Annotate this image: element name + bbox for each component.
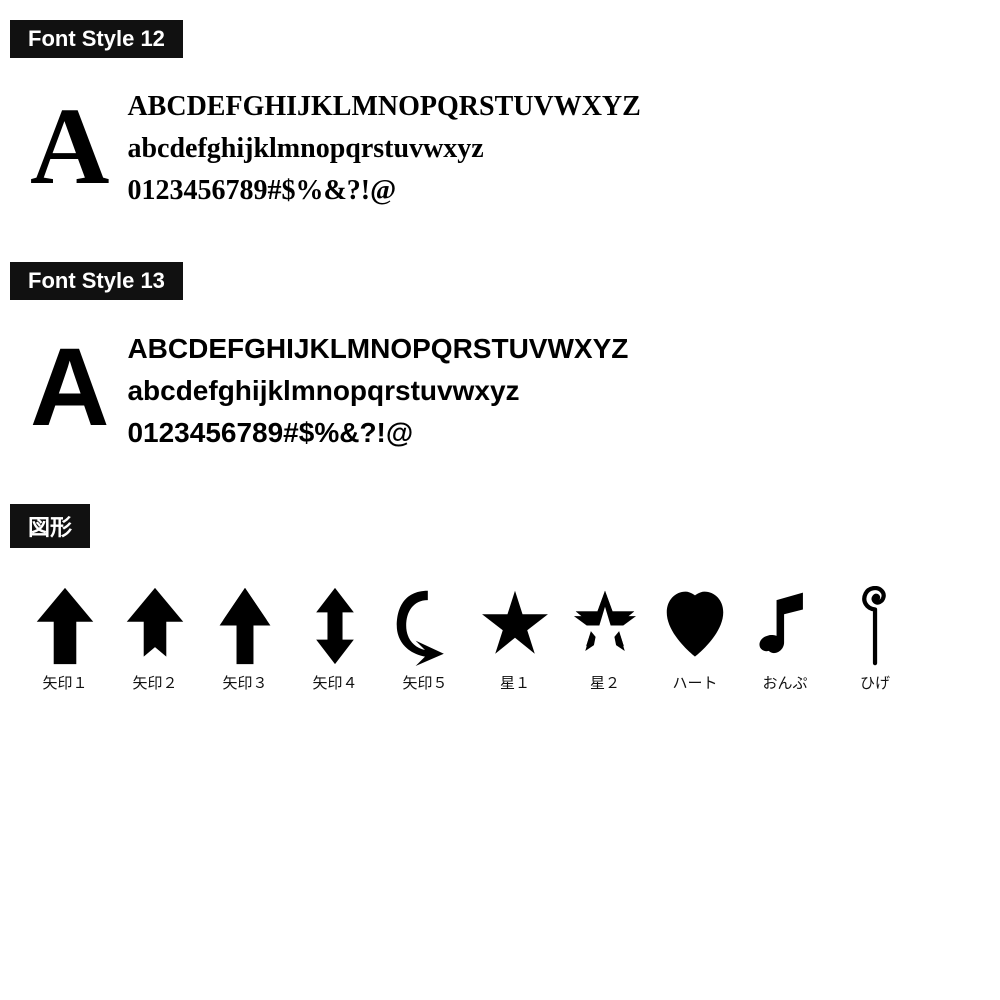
figure-hoshi2: 星２	[560, 586, 650, 693]
onpu-icon	[758, 586, 813, 666]
figures-grid: 矢印１ 矢印２ 矢印３	[10, 566, 990, 703]
hige-label: ひげ	[860, 672, 890, 693]
font-style-12-uppercase: ABCDEFGHIJKLMNOPQRSTUVWXYZ	[127, 86, 640, 128]
figure-hoshi1: 星１	[470, 586, 560, 693]
font-style-13-demo: A ABCDEFGHIJKLMNOPQRSTUVWXYZ abcdefghijk…	[10, 318, 990, 474]
font-style-12-lowercase: abcdefghijklmnopqrstuvwxyz	[127, 128, 640, 170]
font-style-13-numbers: 0123456789#$%&?!@	[127, 412, 628, 454]
page: Font Style 12 A ABCDEFGHIJKLMNOPQRSTUVWX…	[0, 0, 1000, 753]
heart-label: ハート	[672, 672, 717, 693]
figure-hige: ひげ	[830, 586, 920, 693]
figure-yazirushi3: 矢印３	[200, 586, 290, 693]
figure-onpu: おんぷ	[740, 586, 830, 693]
font-style-12-label: Font Style 12	[10, 20, 183, 58]
figure-heart: ハート	[650, 586, 740, 693]
figure-yazirushi1: 矢印１	[20, 586, 110, 693]
font-style-13-section: Font Style 13 A ABCDEFGHIJKLMNOPQRSTUVWX…	[10, 262, 990, 474]
yazirushi4-label: 矢印４	[312, 672, 357, 693]
figures-label: 図形	[10, 504, 90, 548]
font-style-12-big-letter: A	[30, 91, 109, 201]
font-style-13-big-letter: A	[30, 333, 109, 443]
yazirushi5-icon	[390, 586, 460, 666]
yazirushi1-icon	[30, 586, 100, 666]
yazirushi3-icon	[210, 586, 280, 666]
font-style-13-lowercase: abcdefghijklmnopqrstuvwxyz	[127, 370, 628, 412]
hoshi2-icon	[570, 586, 640, 666]
yazirushi2-label: 矢印２	[132, 672, 177, 693]
yazirushi5-label: 矢印５	[402, 672, 447, 693]
hoshi1-icon	[480, 586, 550, 666]
heart-icon	[660, 586, 730, 666]
yazirushi4-icon	[300, 586, 370, 666]
hoshi1-label: 星１	[500, 672, 530, 693]
figure-yazirushi5: 矢印５	[380, 586, 470, 693]
font-style-12-demo: A ABCDEFGHIJKLMNOPQRSTUVWXYZ abcdefghijk…	[10, 76, 990, 232]
hige-icon	[858, 586, 893, 666]
figures-section: 図形 矢印１ 矢印２ 矢印３	[10, 504, 990, 703]
hoshi2-label: 星２	[590, 672, 620, 693]
figure-yazirushi2: 矢印２	[110, 586, 200, 693]
font-style-12-section: Font Style 12 A ABCDEFGHIJKLMNOPQRSTUVWX…	[10, 20, 990, 232]
figure-yazirushi4: 矢印４	[290, 586, 380, 693]
yazirushi1-label: 矢印１	[42, 672, 87, 693]
onpu-label: おんぷ	[762, 672, 807, 693]
font-style-13-uppercase: ABCDEFGHIJKLMNOPQRSTUVWXYZ	[127, 328, 628, 370]
yazirushi2-icon	[120, 586, 190, 666]
font-style-12-numbers: 0123456789#$%&?!@	[127, 170, 640, 212]
yazirushi3-label: 矢印３	[222, 672, 267, 693]
font-style-12-chars: ABCDEFGHIJKLMNOPQRSTUVWXYZ abcdefghijklm…	[127, 86, 640, 212]
font-style-13-chars: ABCDEFGHIJKLMNOPQRSTUVWXYZ abcdefghijklm…	[127, 328, 628, 454]
font-style-13-label: Font Style 13	[10, 262, 183, 300]
